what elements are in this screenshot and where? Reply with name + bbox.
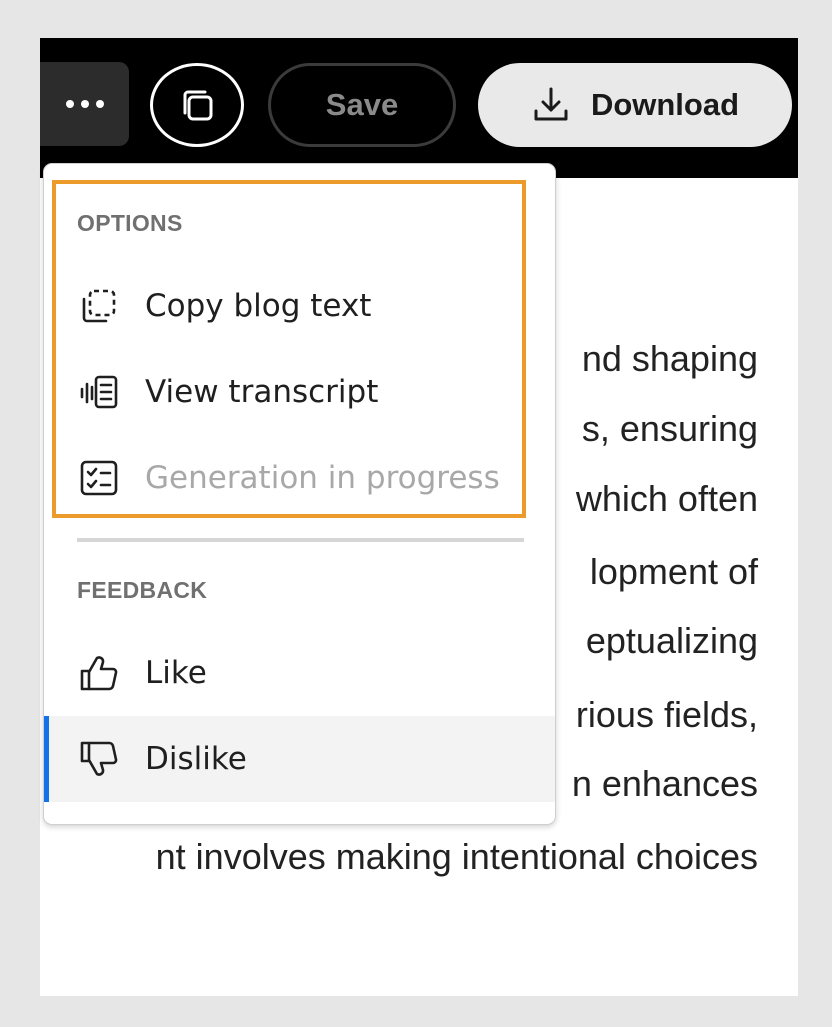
body-line: nt involves making intentional choices bbox=[155, 836, 758, 877]
toolbar: Save Download bbox=[40, 38, 798, 178]
menu-item-label: Like bbox=[145, 655, 207, 691]
duplicate-icon bbox=[183, 90, 213, 121]
menu-item-label: Copy blog text bbox=[145, 288, 372, 324]
options-menu: OPTIONS Copy blog text View transcript G… bbox=[43, 163, 556, 825]
menu-item-dislike[interactable]: Dislike bbox=[44, 716, 555, 802]
download-button[interactable]: Download bbox=[478, 63, 792, 147]
duplicate-button[interactable] bbox=[150, 63, 244, 147]
menu-item-label: Dislike bbox=[145, 741, 247, 777]
thumbs-up-icon bbox=[80, 656, 118, 691]
thumbs-down-icon bbox=[80, 741, 118, 776]
feedback-heading: FEEDBACK bbox=[77, 577, 208, 603]
menu-item-label: View transcript bbox=[145, 374, 379, 410]
menu-item-generation-in-progress: Generation in progress bbox=[44, 435, 555, 521]
more-options-button[interactable] bbox=[40, 62, 129, 146]
checklist-icon bbox=[80, 460, 118, 496]
body-line: n enhances bbox=[571, 763, 758, 804]
menu-item-copy-blog-text[interactable]: Copy blog text bbox=[44, 263, 555, 349]
menu-item-like[interactable]: Like bbox=[44, 630, 555, 716]
menu-item-label: Generation in progress bbox=[145, 460, 500, 496]
transcript-icon bbox=[80, 375, 118, 409]
download-icon bbox=[534, 87, 568, 121]
body-line: lopment of bbox=[589, 551, 758, 592]
save-button[interactable]: Save bbox=[268, 63, 456, 147]
menu-divider bbox=[77, 538, 524, 542]
menu-item-view-transcript[interactable]: View transcript bbox=[44, 349, 555, 435]
ellipsis-icon bbox=[65, 100, 104, 108]
body-line: eptualizing bbox=[585, 620, 758, 661]
body-line: rious fields, bbox=[575, 694, 758, 735]
options-heading: OPTIONS bbox=[77, 210, 183, 236]
body-line: s, ensuring bbox=[581, 408, 758, 449]
copy-dashed-icon bbox=[82, 289, 116, 323]
body-line: nd shaping bbox=[581, 338, 758, 379]
download-label: Download bbox=[590, 87, 740, 122]
body-line: which often bbox=[575, 478, 758, 519]
